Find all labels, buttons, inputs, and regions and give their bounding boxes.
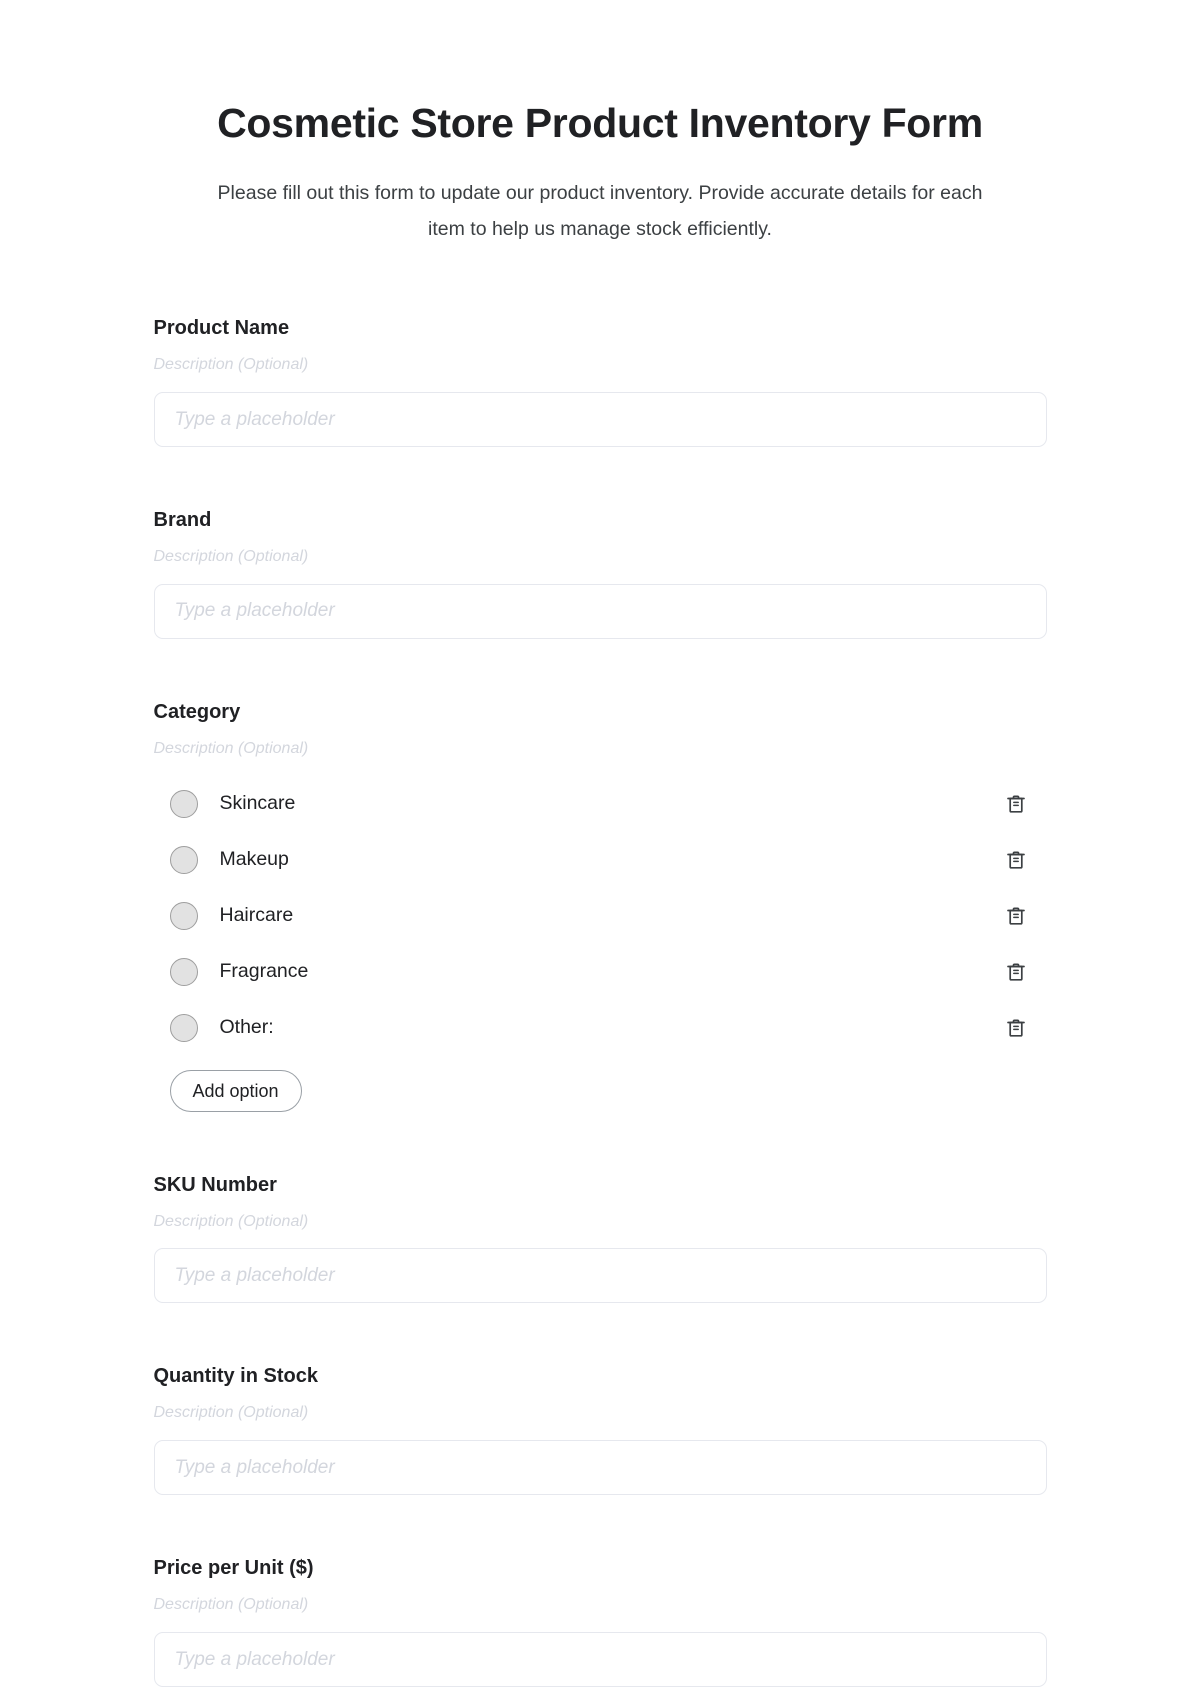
option-row[interactable]: Makeup — [154, 832, 1047, 888]
brand-input[interactable] — [153, 583, 1047, 639]
field-label-product-name: Product Name — [153, 317, 290, 340]
radio-circle-icon[interactable] — [169, 845, 198, 874]
field-description-sku-number: Description (Optional) — [153, 1212, 309, 1230]
quantity-in-stock-input[interactable] — [153, 1440, 1047, 1496]
field-description-price-per-unit: Description (Optional) — [153, 1596, 309, 1614]
radio-circle-icon[interactable] — [169, 901, 198, 930]
trash-icon — [1006, 795, 1025, 813]
field-description-brand: Description (Optional) — [153, 548, 309, 566]
field-description-product-name: Description (Optional) — [153, 356, 309, 374]
field-label-quantity-in-stock: Quantity in Stock — [153, 1365, 318, 1388]
radio-circle-icon[interactable] — [169, 957, 198, 986]
form-page: Cosmetic Store Product Inventory Form Pl… — [0, 0, 1200, 1700]
radio-circle-icon[interactable] — [169, 789, 198, 818]
delete-option-button[interactable] — [999, 843, 1033, 877]
field-quantity-in-stock: Quantity in Stock Description (Optional) — [153, 1363, 1047, 1496]
field-label-brand: Brand — [153, 509, 212, 532]
delete-option-button[interactable] — [999, 899, 1033, 933]
trash-icon — [1006, 1019, 1025, 1037]
field-description-quantity-in-stock: Description (Optional) — [153, 1404, 309, 1422]
option-row[interactable]: Other: — [154, 1000, 1047, 1056]
category-options-list: Skincare Makeup Haircare Fragrance Other… — [154, 776, 1047, 1112]
add-option-button[interactable]: Add option — [169, 1069, 302, 1112]
option-label: Haircare — [219, 903, 294, 926]
trash-icon — [1006, 851, 1025, 869]
page-title: Cosmetic Store Product Inventory Form — [217, 100, 983, 146]
radio-circle-icon[interactable] — [169, 1013, 198, 1042]
field-brand: Brand Description (Optional) — [153, 507, 1047, 639]
option-row[interactable]: Fragrance — [154, 944, 1047, 1000]
trash-icon — [1006, 963, 1025, 981]
field-label-sku-number: SKU Number — [153, 1173, 277, 1196]
option-label: Fragrance — [219, 959, 309, 982]
field-description-category: Description (Optional) — [153, 739, 309, 757]
field-category: Category Description (Optional) Skincare — [154, 699, 1047, 1112]
field-price-per-unit: Price per Unit ($) Description (Optional… — [153, 1555, 1047, 1688]
field-product-name: Product Name Description (Optional) — [153, 315, 1047, 448]
option-row[interactable]: Haircare — [154, 888, 1047, 944]
form-container: Cosmetic Store Product Inventory Form Pl… — [153, 100, 1047, 1688]
delete-option-button[interactable] — [999, 1011, 1033, 1045]
option-label: Other: — [219, 1015, 274, 1038]
price-per-unit-input[interactable] — [153, 1632, 1047, 1688]
trash-icon — [1006, 907, 1025, 925]
delete-option-button[interactable] — [999, 787, 1033, 821]
option-label: Skincare — [219, 791, 296, 814]
page-subtitle: Please fill out this form to update our … — [217, 182, 983, 241]
option-row[interactable]: Skincare — [154, 776, 1047, 832]
option-label: Makeup — [219, 847, 289, 870]
field-label-category: Category — [153, 700, 241, 723]
sku-number-input[interactable] — [153, 1248, 1047, 1304]
delete-option-button[interactable] — [999, 955, 1033, 989]
field-label-price-per-unit: Price per Unit ($) — [153, 1557, 314, 1580]
field-sku-number: SKU Number Description (Optional) — [153, 1172, 1047, 1304]
product-name-input[interactable] — [153, 392, 1047, 448]
